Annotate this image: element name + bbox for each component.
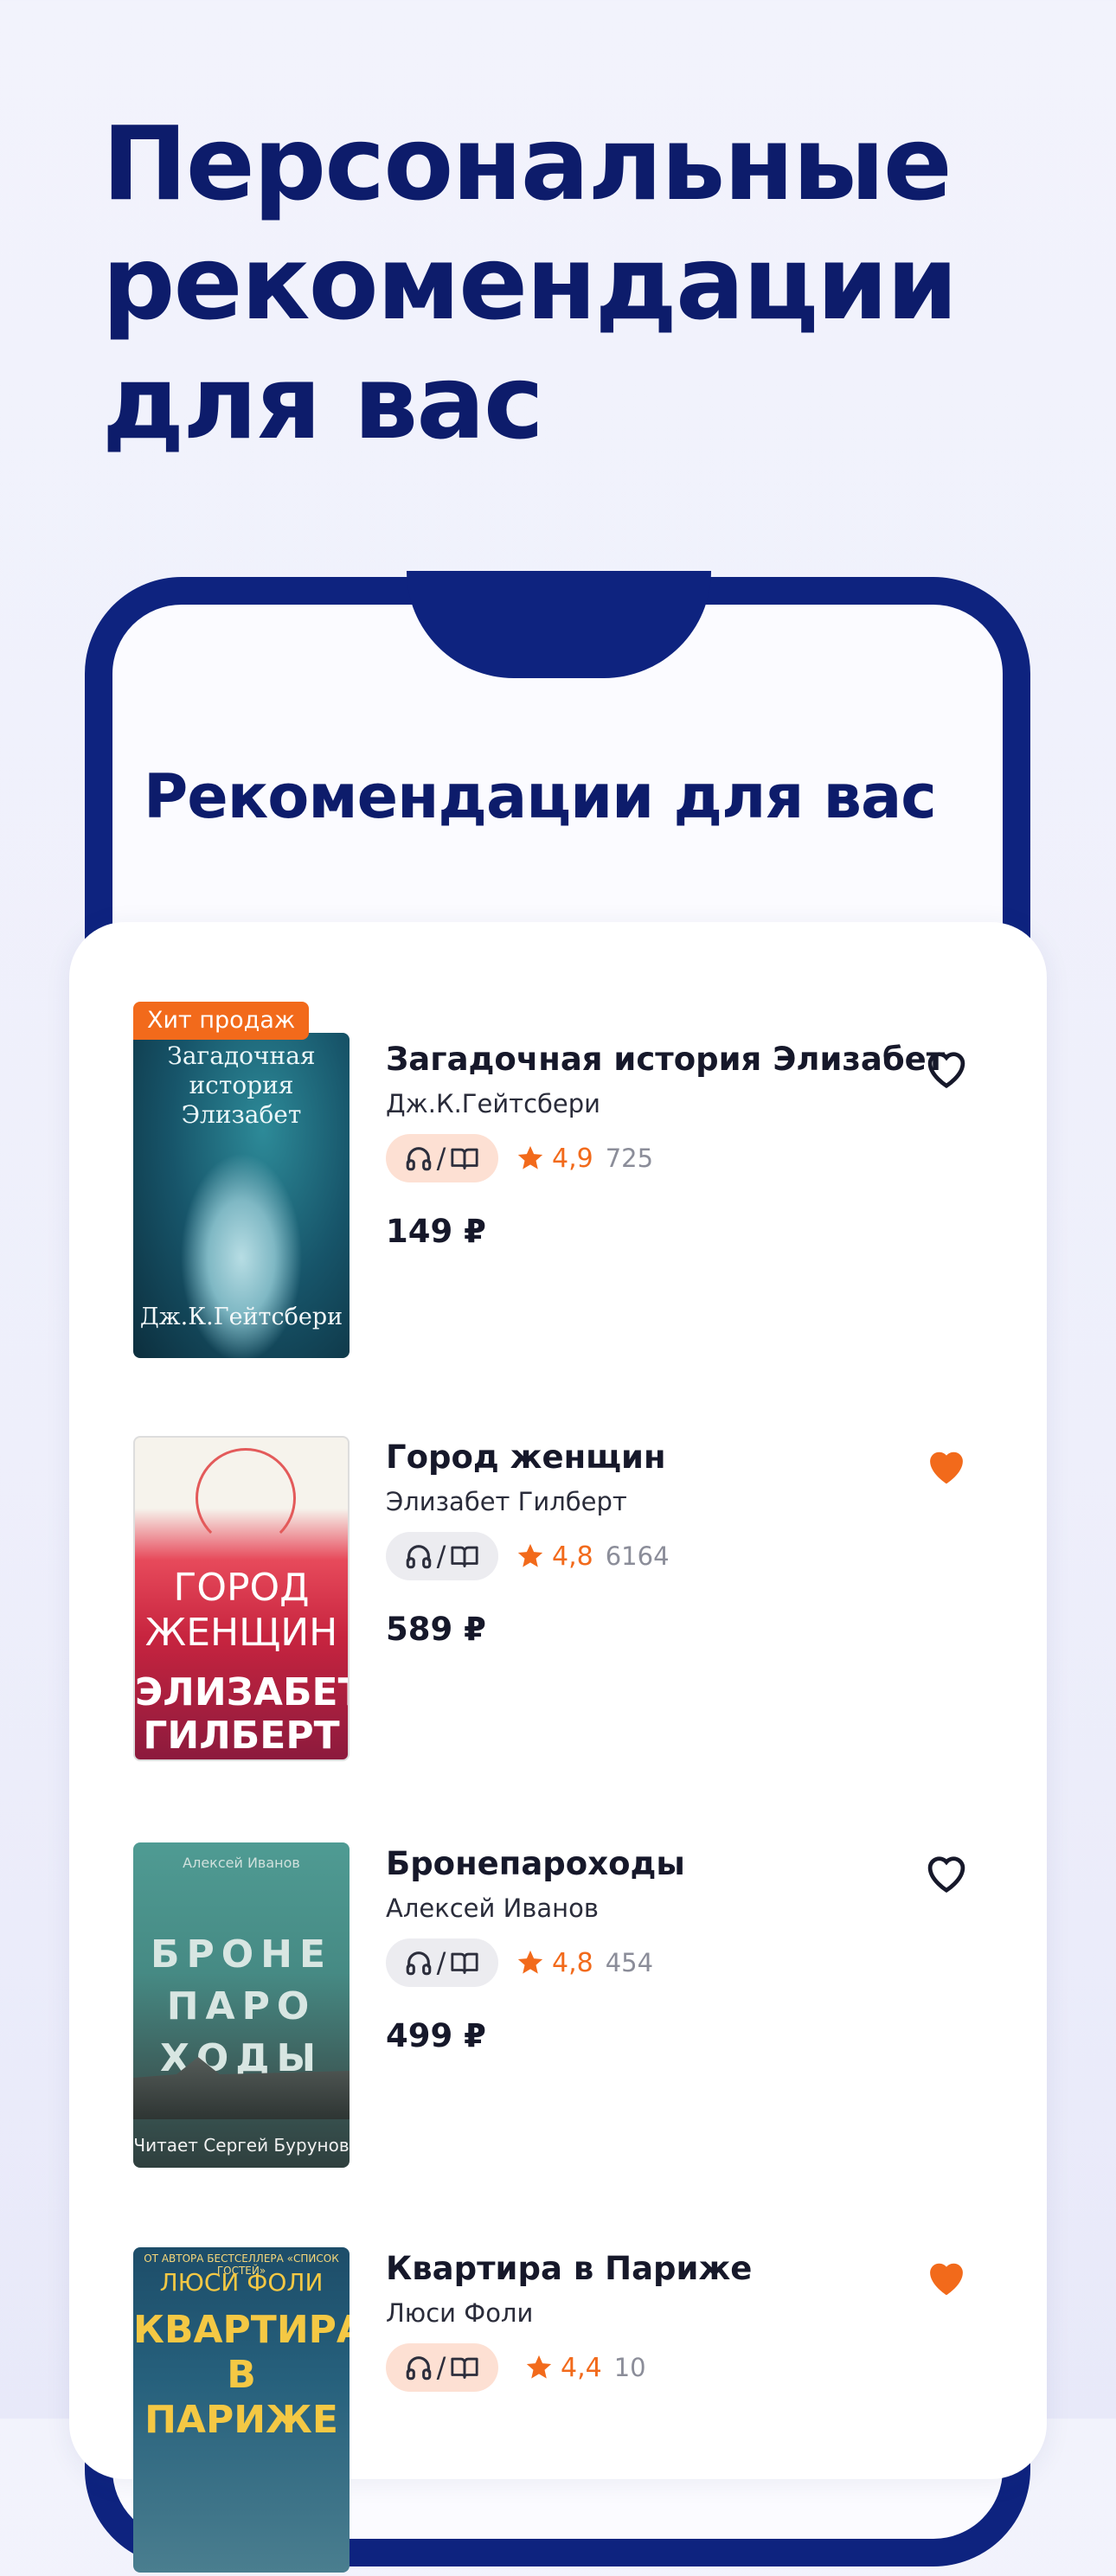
headphones-icon: [406, 2356, 431, 2381]
headline-line-3: для вас: [102, 343, 544, 462]
book-author[interactable]: Элизабет Гилберт: [386, 1484, 940, 1519]
rating-value: 4,8: [552, 1947, 593, 1978]
book-author[interactable]: Люси Фоли: [386, 2296, 940, 2330]
format-separator: /: [436, 2351, 446, 2384]
book-price: 589 ₽: [386, 1611, 486, 1648]
book-cover[interactable]: Алексей Иванов БРОНЕ ПАРО ХОДЫ Читает Се…: [133, 1842, 350, 2168]
star-icon: [526, 2355, 552, 2379]
list-item[interactable]: Загадочная история Элизабет Дж.К.Гейтсбе…: [69, 1002, 1047, 1358]
review-count: 454: [605, 1948, 654, 1977]
promo-headline: Персональные рекомендации для вас: [102, 104, 1054, 462]
format-separator: /: [436, 1142, 446, 1175]
cover-author: Дж.К.Гейтсбери: [139, 1304, 343, 1330]
cover-author: ЭЛИЗАБЕТ ГИЛБЕРТ: [135, 1670, 350, 1758]
format-pill: /: [386, 1938, 498, 1987]
cover-narrator: Читает Сергей Бурунов: [133, 2135, 350, 2156]
cover-title: КВАРТИРА В ПАРИЖЕ: [133, 2308, 350, 2442]
recommendations-list: Загадочная история Элизабет Дж.К.Гейтсбе…: [69, 922, 1047, 2573]
list-item[interactable]: Алексей Иванов БРОНЕ ПАРО ХОДЫ Читает Се…: [69, 1842, 1047, 2171]
book-title[interactable]: Квартира в Париже: [386, 2247, 940, 2291]
cover-title: БРОНЕ ПАРО ХОДЫ: [150, 1932, 333, 2080]
rating-value: 4,9: [552, 1143, 593, 1174]
format-separator: /: [436, 1946, 446, 1979]
cover-title: ГОРОД ЖЕНЩИН: [144, 1566, 338, 1655]
format-separator: /: [436, 1540, 446, 1573]
heart-outline-icon[interactable]: [920, 1045, 972, 1090]
rating-value: 4,4: [561, 2352, 602, 2383]
headphones-icon: [406, 1951, 431, 1976]
heart-outline-icon[interactable]: [920, 1849, 972, 1894]
heart-filled-icon[interactable]: [920, 1443, 972, 1488]
star-icon: [517, 1145, 543, 1169]
headline-line-1: Персональные: [102, 104, 952, 223]
list-item[interactable]: ГОРОД ЖЕНЩИН ЭЛИЗАБЕТ ГИЛБЕРТ Город женщ…: [69, 1436, 1047, 1765]
book-icon: [451, 1952, 478, 1974]
book-price: 499 ₽: [386, 2017, 486, 2054]
headphones-icon: [406, 1545, 431, 1569]
book-author[interactable]: Дж.К.Гейтсбери: [386, 1086, 940, 1121]
star-icon: [517, 1950, 543, 1974]
book-author[interactable]: Алексей Иванов: [386, 1891, 940, 1926]
book-price: 149 ₽: [386, 1213, 486, 1250]
cover-title: Загадочная история Элизабет: [167, 1041, 316, 1129]
review-count: 725: [605, 1144, 654, 1173]
format-pill: /: [386, 1134, 498, 1182]
heart-filled-icon[interactable]: [920, 2254, 972, 2299]
headline-line-2: рекомендации: [102, 223, 958, 343]
book-title[interactable]: Город женщин: [386, 1436, 940, 1479]
book-title[interactable]: Загадочная история Элизабет: [386, 1038, 945, 1081]
book-cover[interactable]: Загадочная история Элизабет Дж.К.Гейтсбе…: [133, 1033, 350, 1358]
review-count: 10: [613, 2353, 646, 2382]
cover-illustration: [196, 1448, 296, 1548]
format-pill: /: [386, 2343, 498, 2392]
cover-author: Алексей Иванов: [183, 1855, 300, 1871]
bestseller-badge: Хит продаж: [133, 1002, 310, 1040]
list-item[interactable]: ОТ АВТОРА БЕСТСЕЛЛЕРА «СПИСОК ГОСТЕЙ» ЛЮ…: [69, 2247, 1047, 2576]
cover-author: ЛЮСИ ФОЛИ: [159, 2268, 324, 2297]
rating-value: 4,8: [552, 1541, 593, 1572]
book-cover[interactable]: ОТ АВТОРА БЕСТСЕЛЛЕРА «СПИСОК ГОСТЕЙ» ЛЮ…: [133, 2247, 350, 2573]
review-count: 6164: [605, 1541, 670, 1571]
book-icon: [451, 2357, 478, 2379]
star-icon: [517, 1543, 543, 1567]
book-title[interactable]: Бронепароходы: [386, 1842, 940, 1886]
book-icon: [451, 1148, 478, 1169]
screen-title: Рекомендации для вас: [144, 761, 937, 832]
book-icon: [451, 1546, 478, 1567]
format-pill: /: [386, 1532, 498, 1580]
headphones-icon: [406, 1147, 431, 1171]
book-cover[interactable]: ГОРОД ЖЕНЩИН ЭЛИЗАБЕТ ГИЛБЕРТ: [133, 1436, 350, 1761]
